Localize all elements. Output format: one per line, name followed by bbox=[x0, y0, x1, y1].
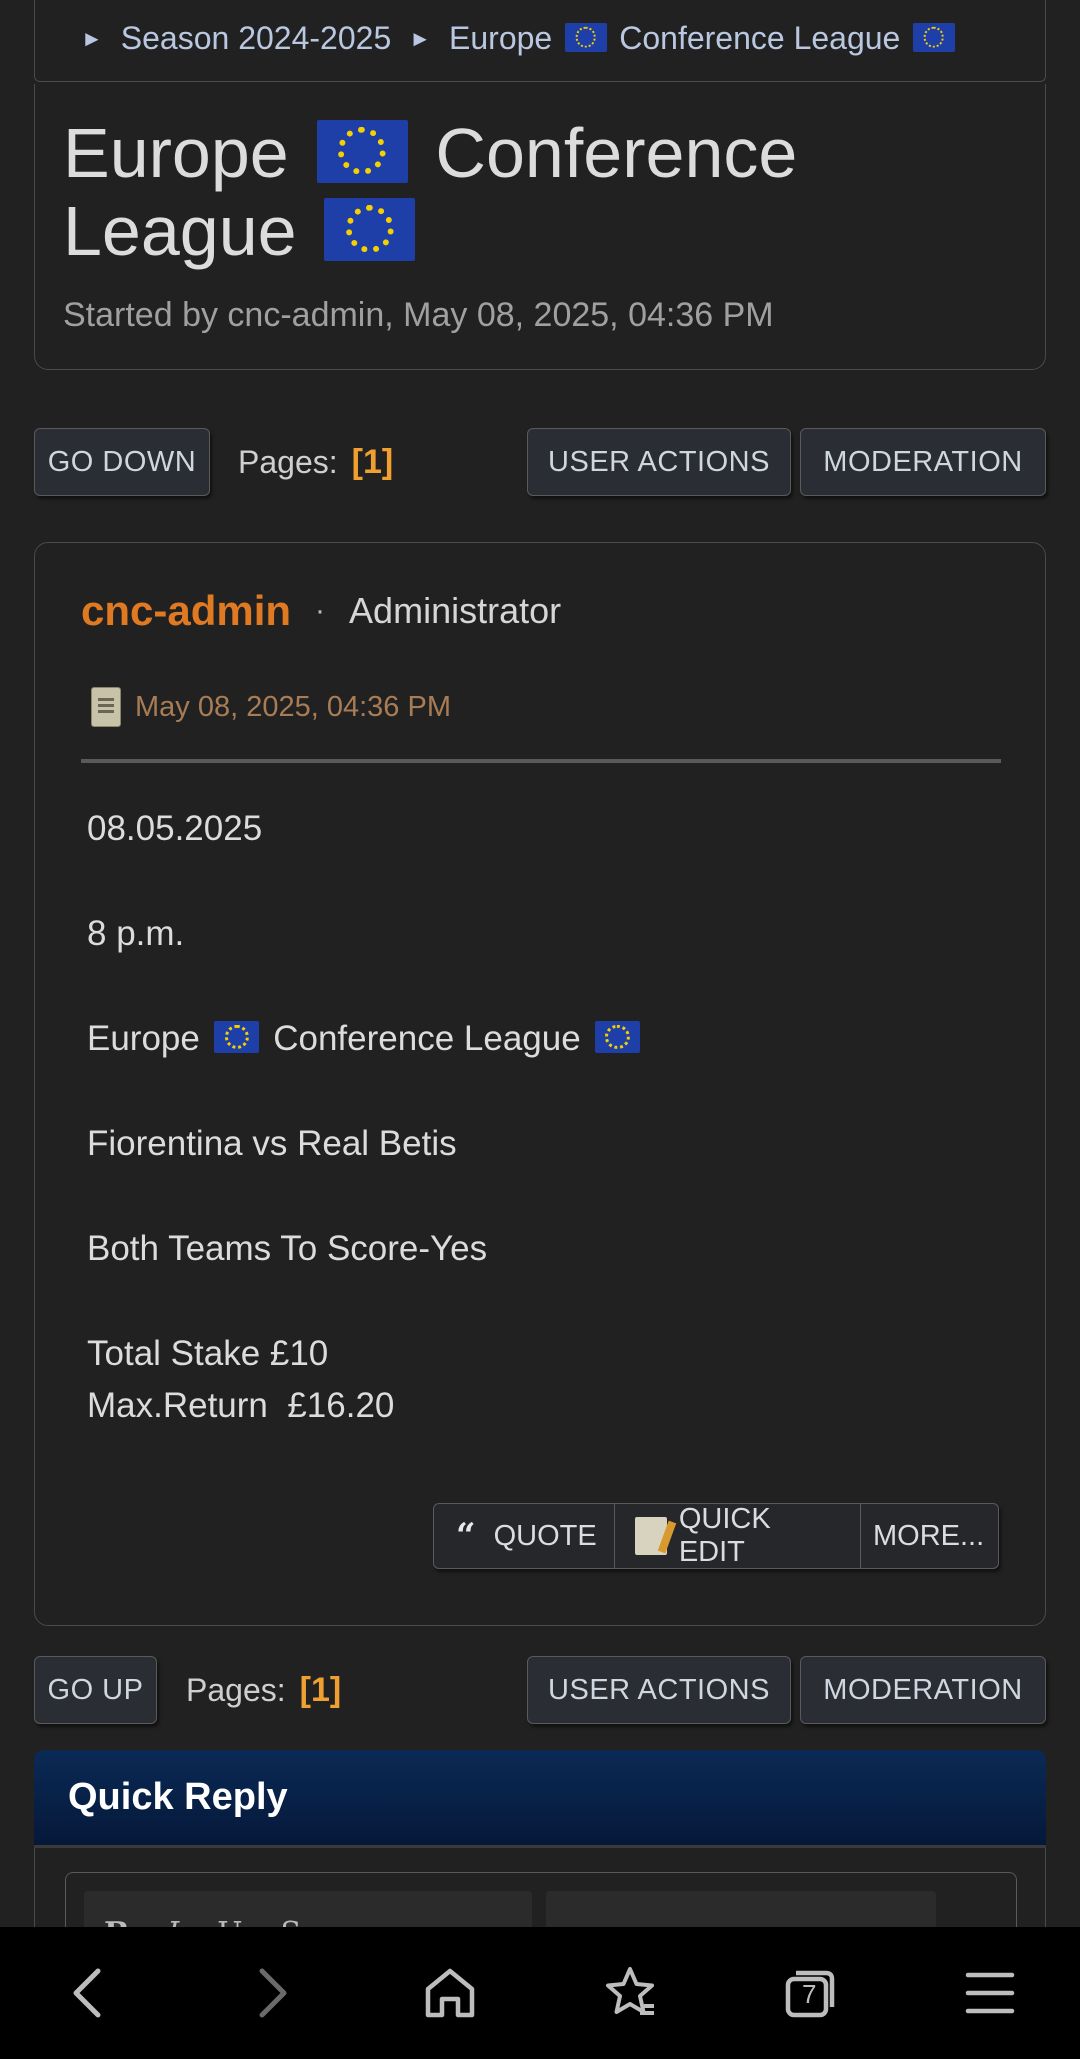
quick-reply-header[interactable]: Quick Reply bbox=[34, 1750, 1046, 1848]
tabs-button[interactable]: 7 bbox=[750, 1948, 870, 2038]
quick-edit-label: QUICK EDIT bbox=[678, 1503, 771, 1568]
post-date: May 08, 2025, 04:36 PM bbox=[135, 690, 451, 723]
go-down-button[interactable]: GO DOWN bbox=[34, 428, 210, 496]
league-label-name: Conference League bbox=[273, 1019, 581, 1058]
pages-label: Pages: bbox=[238, 443, 338, 480]
author-separator: · bbox=[315, 594, 326, 627]
home-icon bbox=[425, 1968, 475, 2018]
breadcrumb-arrow-icon: ► bbox=[409, 25, 432, 51]
league-label-europe: Europe bbox=[87, 1019, 200, 1058]
pages-indicator: Pages: [1] bbox=[186, 1656, 341, 1724]
post-line-match: Fiorentina vs Real Betis bbox=[87, 1124, 457, 1163]
menu-button[interactable] bbox=[930, 1948, 1050, 2038]
post-author-line: cnc-admin · Administrator bbox=[81, 587, 561, 635]
quote-label: QUOTE bbox=[493, 1519, 597, 1552]
eu-flag-icon bbox=[913, 22, 955, 52]
back-button[interactable] bbox=[30, 1948, 150, 2038]
topic-title: Europe Conference League bbox=[63, 114, 883, 270]
forward-icon bbox=[259, 1968, 287, 2018]
browser-nav-bar: 7 bbox=[0, 1927, 1080, 2059]
edit-note-icon bbox=[635, 1517, 667, 1555]
bookmarks-button[interactable] bbox=[570, 1948, 690, 2038]
eu-flag-icon bbox=[564, 22, 607, 52]
current-page-number[interactable]: [1] bbox=[300, 1671, 342, 1710]
quote-button[interactable]: “ QUOTE bbox=[433, 1503, 615, 1569]
post-line-league: Europe Conference League bbox=[87, 1013, 644, 1065]
home-button[interactable] bbox=[390, 1948, 510, 2038]
breadcrumb-item-season[interactable]: Season 2024-2025 bbox=[121, 20, 391, 57]
pages-indicator: Pages: [1] bbox=[238, 428, 393, 496]
pagination-bar-bottom: GO UP Pages: [1] USER ACTIONS MODERATION bbox=[34, 1656, 1046, 1724]
post-line-time: 8 p.m. bbox=[87, 914, 185, 953]
tab-count: 7 bbox=[802, 1979, 817, 2009]
quick-edit-button[interactable]: QUICK EDIT bbox=[615, 1503, 861, 1569]
eu-flag-icon bbox=[594, 1021, 641, 1053]
pages-label: Pages: bbox=[186, 1671, 286, 1708]
breadcrumb-arrow-icon: ► bbox=[81, 25, 103, 51]
menu-icon bbox=[965, 1972, 1015, 2014]
bookmarks-icon bbox=[606, 1967, 654, 2015]
eu-flag-icon bbox=[213, 1021, 260, 1053]
topic-title-part: Conference bbox=[435, 114, 798, 192]
topic-title-part: Europe bbox=[63, 114, 289, 192]
post-line-tip: Both Teams To Score-Yes bbox=[87, 1229, 488, 1268]
eu-flag-icon bbox=[316, 119, 408, 183]
topic-title-part: League bbox=[63, 192, 297, 270]
more-button[interactable]: MORE... bbox=[861, 1503, 999, 1569]
post-actions: “ QUOTE QUICK EDIT MORE... bbox=[433, 1503, 999, 1569]
eu-flag-icon bbox=[324, 197, 416, 261]
moderation-button[interactable]: MODERATION bbox=[800, 428, 1046, 496]
post-body: 08.05.2025 8 p.m. Europe Conference Leag… bbox=[87, 803, 644, 1432]
user-actions-button[interactable]: USER ACTIONS bbox=[527, 428, 791, 496]
current-page-number[interactable]: [1] bbox=[352, 443, 394, 482]
topic-started-by: Started by cnc-admin, May 08, 2025, 04:3… bbox=[63, 296, 774, 334]
breadcrumb-label-europe: Europe bbox=[449, 20, 553, 56]
user-actions-button[interactable]: USER ACTIONS bbox=[527, 1656, 791, 1724]
post-author-role: Administrator bbox=[349, 590, 562, 631]
quote-icon: “ bbox=[456, 1516, 476, 1556]
document-icon bbox=[91, 687, 121, 727]
post: cnc-admin · Administrator May 08, 2025, … bbox=[34, 542, 1046, 1626]
breadcrumb-item-conference-league[interactable]: Europe Conference League bbox=[449, 20, 958, 57]
back-icon bbox=[73, 1968, 101, 2018]
post-line-stake: Total Stake £10 bbox=[87, 1334, 329, 1373]
breadcrumb-label-league: Conference League bbox=[619, 20, 901, 56]
post-author-name[interactable]: cnc-admin bbox=[81, 587, 291, 635]
post-line-max-return: Max.Return £16.20 bbox=[87, 1386, 395, 1425]
breadcrumb: ► Season 2024-2025 ► Europe Conference L… bbox=[34, 0, 1046, 82]
pagination-bar-top: GO DOWN Pages: [1] USER ACTIONS MODERATI… bbox=[34, 428, 1046, 496]
go-up-button[interactable]: GO UP bbox=[34, 1656, 157, 1724]
forward-button[interactable] bbox=[210, 1948, 330, 2038]
post-line-date: 08.05.2025 bbox=[87, 809, 263, 848]
post-date-link[interactable]: May 08, 2025, 04:36 PM bbox=[91, 687, 451, 727]
moderation-button[interactable]: MODERATION bbox=[800, 1656, 1046, 1724]
post-divider bbox=[81, 759, 1001, 763]
topic-header: Europe Conference League Started by cnc-… bbox=[34, 84, 1046, 370]
